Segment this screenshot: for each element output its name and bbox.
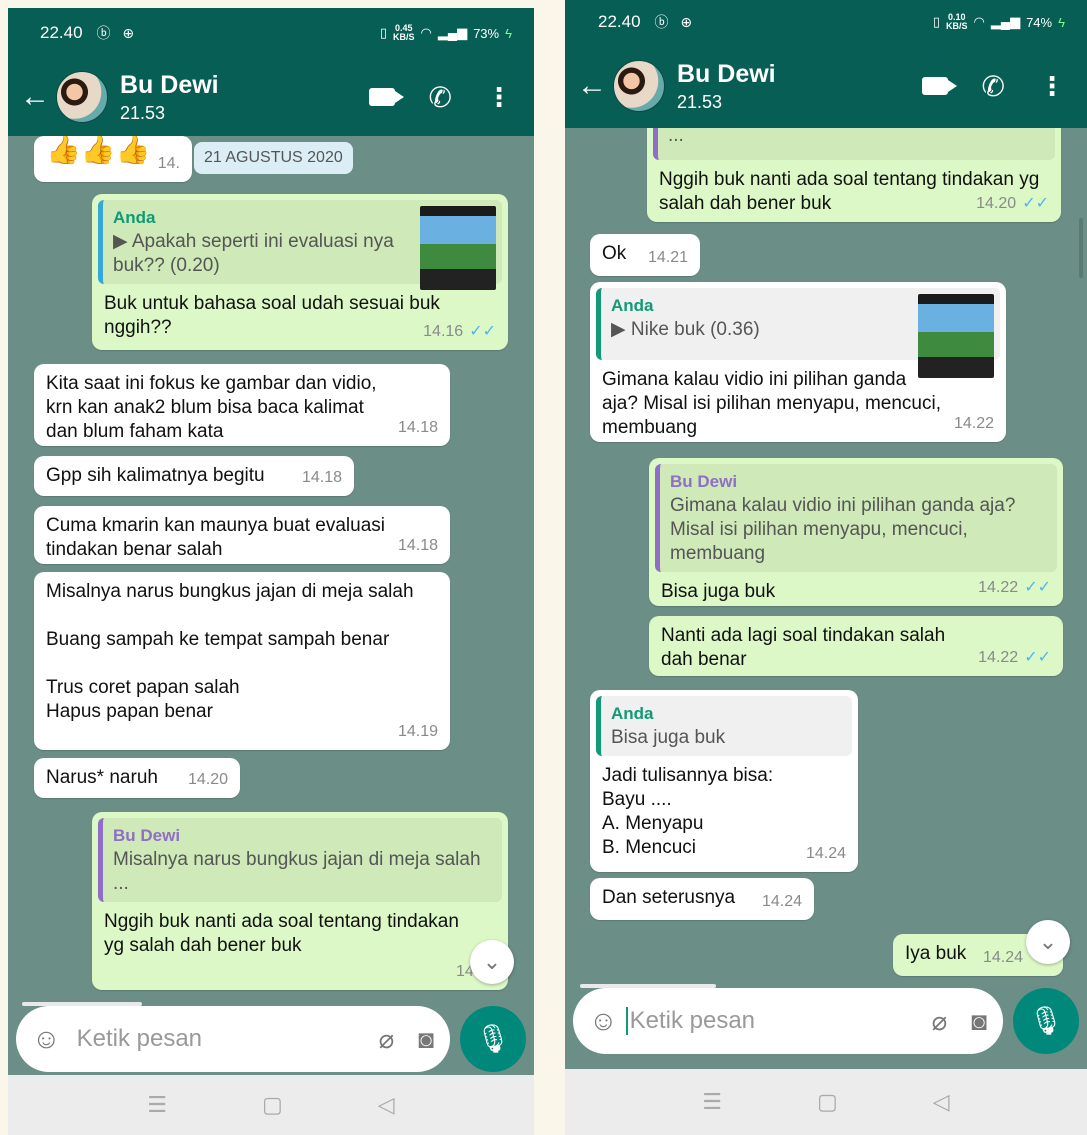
video-call-icon[interactable]: [921, 77, 957, 95]
scroll-down-icon[interactable]: ⌄: [1026, 920, 1070, 964]
contact-name: Bu Dewi: [120, 70, 219, 99]
avatar[interactable]: [56, 71, 108, 123]
charging-icon: ϟ: [1058, 14, 1065, 30]
quoted-message[interactable]: Bu Dewi Misalnya narus bungkus jajan di …: [98, 818, 502, 902]
menu-icon[interactable]: ☰: [702, 1089, 722, 1115]
scroll-down-icon[interactable]: ⌄: [470, 940, 514, 984]
message-bubble[interactable]: Bu Dewi Misalnya narus bungkus jajan di …: [92, 812, 508, 990]
message-bubble[interactable]: Anda ▶ Apakah seperti ini evaluasi nya b…: [92, 194, 508, 350]
last-seen: 21.53: [120, 102, 166, 123]
home-icon[interactable]: ▢: [262, 1092, 283, 1118]
message-bubble[interactable]: Anda Bisa juga buk Jadi tulisannya bisa:…: [590, 690, 858, 872]
avatar[interactable]: [613, 60, 665, 112]
menu-icon[interactable]: ☰: [147, 1092, 167, 1118]
signal-icon: ▂▄▆: [990, 14, 1021, 29]
read-ticks-icon: ✓✓: [1022, 195, 1049, 212]
voice-call-icon[interactable]: ✆: [429, 81, 452, 114]
message-bubble[interactable]: Nanti ada lagi soal tindakan salah dah b…: [649, 616, 1063, 676]
battery-level: 74%: [1026, 14, 1053, 30]
message-input[interactable]: ☺ Ketik pesan ⌀ ◙: [573, 988, 1003, 1054]
last-seen: 21.53: [677, 91, 723, 112]
video-thumbnail[interactable]: [918, 294, 994, 378]
back-arrow-icon[interactable]: ←: [20, 80, 50, 114]
wifi-icon: ◠: [420, 25, 432, 40]
read-ticks-icon: ✓✓: [1024, 649, 1051, 666]
notification-icons: ⓑ ⊕: [654, 14, 697, 30]
camera-icon[interactable]: ◙: [418, 1024, 434, 1055]
message-bubble[interactable]: Gpp sih kalimatnya begitu 14.18: [34, 456, 354, 496]
vibrate-icon: ▯: [379, 25, 387, 40]
message-input[interactable]: ☺ Ketik pesan ⌀ ◙: [16, 1006, 450, 1072]
message-list[interactable]: ... Nggih buk nanti ada soal tentang tin…: [565, 128, 1087, 988]
vibrate-icon: ▯: [932, 14, 940, 29]
message-placeholder: Ketik pesan: [629, 1007, 756, 1034]
network-speed: 0.45 KB/S: [393, 23, 415, 42]
notification-icons: ⓑ ⊕: [96, 25, 139, 41]
date-chip: 21 AGUSTUS 2020: [194, 142, 353, 174]
chat-header: ← Bu Dewi 21.53 ✆ ⋮: [565, 44, 1087, 128]
back-arrow-icon[interactable]: ←: [577, 69, 607, 103]
quoted-message[interactable]: Anda ▶ Nike buk (0.36): [596, 288, 1000, 378]
message-bubble[interactable]: Anda ▶ Nike buk (0.36) Gimana kalau vidi…: [590, 282, 1006, 442]
message-bubble[interactable]: Misalnya narus bungkus jajan di meja sal…: [34, 572, 450, 750]
scrollbar[interactable]: [1079, 218, 1083, 278]
back-nav-icon[interactable]: ◁: [378, 1092, 395, 1118]
message-placeholder: Ketik pesan: [76, 1025, 203, 1052]
quoted-message[interactable]: Bu Dewi Gimana kalau vidio ini pilihan g…: [655, 464, 1057, 572]
message-bubble[interactable]: ... Nggih buk nanti ada soal tentang tin…: [647, 128, 1061, 222]
message-bubble[interactable]: Bu Dewi Gimana kalau vidio ini pilihan g…: [649, 458, 1063, 606]
system-nav-bar: ☰ ▢ ◁: [8, 1075, 534, 1135]
camera-icon[interactable]: ◙: [971, 1006, 987, 1037]
mic-icon[interactable]: 🎙: [1013, 988, 1079, 1054]
attach-icon[interactable]: ⌀: [932, 1006, 948, 1037]
quoted-message[interactable]: Anda Bisa juga buk: [596, 696, 852, 756]
video-thumbnail[interactable]: [420, 206, 496, 290]
charging-icon: ϟ: [505, 25, 512, 41]
status-bar: 22.40 ⓑ ⊕ ▯ 0.10 KB/S ◠ ▂▄▆ 74% ϟ: [565, 0, 1087, 44]
status-bar: 22.40 ⓑ ⊕ ▯ 0.45 KB/S ◠ ▂▄▆ 73% ϟ: [8, 8, 534, 58]
video-call-icon[interactable]: [368, 88, 404, 106]
contact-info[interactable]: Bu Dewi 21.53: [120, 71, 219, 124]
message-bubble[interactable]: Narus* naruh 14.20: [34, 758, 240, 798]
wifi-icon: ◠: [973, 14, 985, 29]
composer: ☺ Ketik pesan ⌀ ◙ 🎙: [573, 988, 1079, 1054]
composer: ☺ Ketik pesan ⌀ ◙ 🎙: [16, 1006, 526, 1072]
read-ticks-icon: ✓✓: [469, 323, 496, 340]
contact-name: Bu Dewi: [677, 59, 776, 88]
message-bubble[interactable]: Dan seterusnya 14.24: [590, 878, 814, 920]
emoji-icon[interactable]: ☺: [32, 1023, 61, 1055]
home-icon[interactable]: ▢: [817, 1089, 838, 1115]
quoted-message[interactable]: Anda ▶ Apakah seperti ini evaluasi nya b…: [98, 200, 502, 290]
system-nav-bar: ☰ ▢ ◁: [565, 1069, 1087, 1135]
message-bubble[interactable]: Kita saat ini fokus ke gambar dan vidio,…: [34, 364, 450, 446]
right-phone-screen: 22.40 ⓑ ⊕ ▯ 0.10 KB/S ◠ ▂▄▆ 74% ϟ ← Bu De…: [565, 0, 1087, 1135]
network-speed: 0.10 KB/S: [946, 12, 968, 31]
contact-info[interactable]: Bu Dewi 21.53: [677, 60, 776, 113]
emoji-icon[interactable]: ☺: [589, 1005, 618, 1037]
mic-icon[interactable]: 🎙: [460, 1006, 526, 1072]
status-time: 22.40: [40, 23, 83, 42]
more-vert-icon[interactable]: ⋮: [486, 82, 512, 113]
left-phone-screen: 22.40 ⓑ ⊕ ▯ 0.45 KB/S ◠ ▂▄▆ 73% ϟ ← Bu De…: [8, 8, 534, 1135]
message-list[interactable]: 👍👍👍 14. 21 AGUSTUS 2020 Anda ▶ Apakah se…: [8, 136, 534, 1006]
text-cursor: [625, 1007, 628, 1035]
chat-header: ← Bu Dewi 21.53 ✆ ⋮: [8, 58, 534, 136]
message-bubble[interactable]: Ok 14.21: [590, 234, 700, 276]
more-vert-icon[interactable]: ⋮: [1039, 71, 1065, 102]
battery-level: 73%: [473, 25, 500, 41]
voice-call-icon[interactable]: ✆: [982, 70, 1005, 103]
read-ticks-icon: ✓✓: [1024, 579, 1051, 596]
message-bubble[interactable]: Cuma kmarin kan maunya buat evaluasi tin…: [34, 506, 450, 564]
status-time: 22.40: [598, 12, 641, 31]
quoted-message[interactable]: ...: [653, 128, 1055, 160]
attach-icon[interactable]: ⌀: [379, 1024, 395, 1055]
signal-icon: ▂▄▆: [437, 25, 468, 40]
message-bubble[interactable]: 👍👍👍 14.: [34, 136, 192, 182]
back-nav-icon[interactable]: ◁: [933, 1089, 950, 1115]
